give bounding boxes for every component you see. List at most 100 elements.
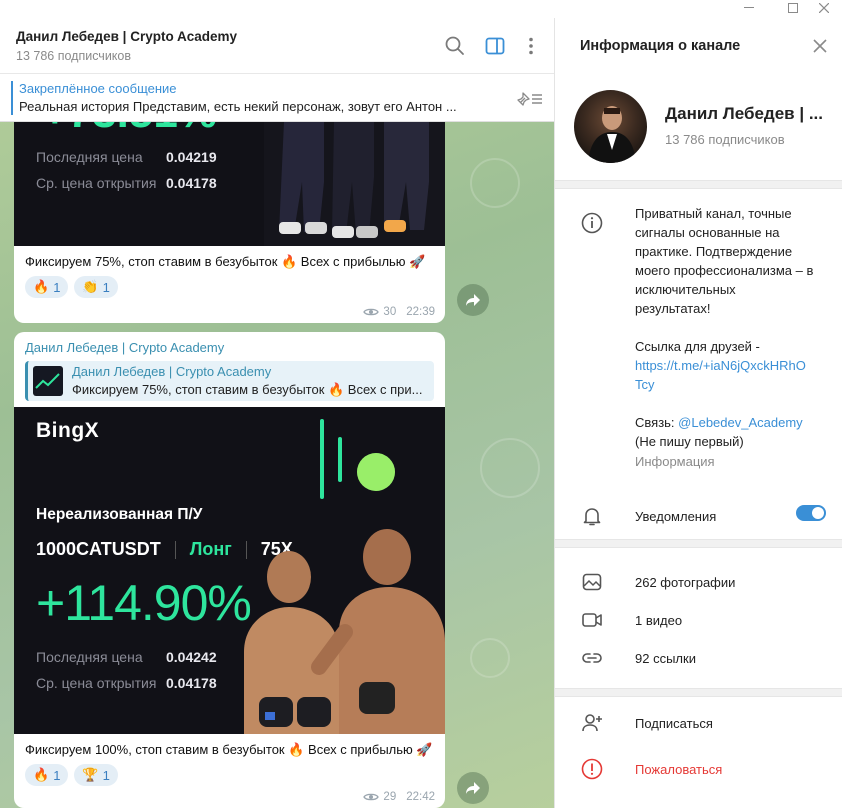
contact-handle-link[interactable]: @Lebedev_Academy — [678, 415, 803, 430]
divider — [555, 180, 842, 189]
avatar-photo — [588, 106, 636, 163]
reaction-emoji: 🔥 — [33, 279, 50, 294]
fighters-illustration — [264, 122, 445, 246]
chart-thumbnail-icon — [35, 373, 60, 389]
reaction-count: 1 — [102, 279, 110, 295]
views-eye-icon — [363, 308, 380, 316]
friends-link-label: Ссылка для друзей - — [635, 339, 760, 354]
share-button[interactable] — [457, 772, 489, 804]
description-line: сигналы основанные на — [635, 225, 780, 240]
minimize-icon — [744, 7, 754, 8]
info-caption: Информация — [635, 454, 715, 469]
photo-icon — [582, 573, 602, 591]
report-button[interactable]: Пожаловаться — [635, 760, 722, 779]
close-icon — [819, 3, 829, 13]
chat-title[interactable]: Данил Лебедев | Crypto Academy — [16, 29, 237, 44]
message-author[interactable]: Данил Лебедев | Crypto Academy — [14, 332, 445, 355]
reaction-chip[interactable]: 👏 1 — [74, 276, 118, 298]
description-line: практике. Подтверждение — [635, 244, 793, 259]
share-arrow-icon — [466, 294, 480, 306]
share-arrow-icon — [466, 782, 480, 794]
chat-subscribers: 13 786 подписчиков — [16, 49, 132, 63]
message-meta: 29 22:42 — [363, 791, 435, 803]
photos-row[interactable]: 262 фотографии — [635, 573, 735, 592]
links-row[interactable]: 92 ссылки — [635, 649, 696, 668]
description-line: результатах! — [635, 301, 711, 316]
minimize-button[interactable] — [729, 0, 769, 16]
friends-link[interactable]: https://t.me/+iaN6jQxckHRhO — [635, 356, 835, 375]
message-image[interactable]: +73.51% Последняя цена 0.04219 Ср. цена … — [14, 122, 445, 246]
avg-open-value: 0.04178 — [166, 675, 217, 691]
link-icon — [582, 653, 602, 663]
reaction-count: 1 — [102, 767, 110, 783]
description-line: исключительных — [635, 282, 736, 297]
reaction-count: 1 — [53, 767, 61, 783]
info-icon — [581, 212, 603, 234]
unrealized-pnl-header: Нереализованная П/У — [36, 506, 203, 523]
report-icon — [581, 758, 603, 780]
pinned-accent-bar — [11, 81, 13, 115]
description-line: Приватный канал, точные — [635, 206, 792, 221]
sidebar-toggle-icon[interactable] — [484, 35, 506, 57]
contact-line: Связь: @Lebedev_Academy — [635, 413, 835, 432]
forwarded-reply[interactable]: Данил Лебедев | Crypto Academy Фиксируем… — [25, 361, 434, 401]
reaction-count: 1 — [53, 279, 61, 295]
channel-name: Данил Лебедев | ... — [665, 104, 823, 123]
pinned-list-icon[interactable] — [516, 89, 544, 107]
avatar[interactable] — [574, 90, 647, 163]
friends-link-cont[interactable]: Tcy — [635, 375, 835, 394]
message-time: 22:42 — [406, 791, 435, 803]
close-icon[interactable] — [812, 38, 828, 54]
channel-subscribers: 13 786 подписчиков — [665, 132, 785, 147]
window-close-button[interactable] — [804, 0, 842, 16]
chat-header: Данил Лебедев | Crypto Academy 13 786 по… — [0, 18, 554, 74]
message-image[interactable]: BingX Нереализованная П/У 1000CATUSDT Ло… — [14, 407, 445, 734]
subscribe-button[interactable]: Подписаться — [635, 714, 713, 733]
share-button[interactable] — [457, 284, 489, 316]
add-user-icon — [582, 714, 602, 732]
position-side: Лонг — [189, 539, 232, 559]
contact-label: Связь: — [635, 415, 675, 430]
avg-open-value: 0.04178 — [166, 175, 217, 191]
window-titlebar — [0, 0, 842, 18]
contact-note: (Не пишу первый) — [635, 434, 744, 449]
trading-pair: 1000CATUSDT — [36, 539, 161, 559]
views-count: 29 — [383, 791, 397, 803]
last-price-value: 0.04219 — [166, 149, 217, 165]
message-bubble: Данил Лебедев | Crypto Academy Данил Леб… — [14, 332, 445, 808]
chat-area: Данил Лебедев | Crypto Academy 13 786 по… — [0, 18, 554, 808]
reaction-chip[interactable]: 🔥 1 — [25, 276, 69, 298]
panel-title: Информация о канале — [580, 38, 741, 54]
notifications-label: Уведомления — [635, 509, 717, 524]
channel-info-panel: Информация о канале Данил Лебедев | ... … — [554, 18, 842, 808]
channel-description: Приватный канал, точные сигналы основанн… — [635, 204, 835, 471]
pinned-title: Закреплённое сообщение — [19, 81, 177, 96]
search-icon[interactable] — [444, 35, 466, 57]
last-price-label: Последняя цена — [36, 649, 143, 665]
fighters-illustration — [244, 529, 445, 734]
notifications-toggle[interactable] — [796, 505, 826, 521]
maximize-icon — [788, 3, 798, 13]
pnl-percent: +114.90% — [36, 575, 252, 631]
reactions: 🔥 1 🏆 1 — [14, 759, 445, 794]
reaction-chip[interactable]: 🔥 1 — [25, 764, 69, 786]
forwarded-thumbnail — [33, 366, 63, 396]
reaction-chip[interactable]: 🏆 1 — [74, 764, 118, 786]
avg-open-label: Ср. цена открытия — [36, 175, 157, 191]
reactions: 🔥 1 👏 1 — [14, 271, 445, 306]
pnl-percent: +73.51% — [42, 122, 217, 138]
message-bubble: +73.51% Последняя цена 0.04219 Ср. цена … — [14, 122, 445, 323]
avg-open-label: Ср. цена открытия — [36, 675, 157, 691]
pinned-text: Реальная история Представим, есть некий … — [19, 99, 457, 114]
last-price-label: Последняя цена — [36, 149, 143, 165]
more-options-icon[interactable] — [520, 35, 542, 57]
message-caption: Фиксируем 75%, стоп ставим в безубыток 🔥… — [25, 254, 426, 269]
views-eye-icon — [363, 793, 380, 801]
forwarded-name: Данил Лебедев | Crypto Academy — [72, 364, 272, 379]
video-icon — [582, 613, 602, 627]
pinned-message[interactable]: Закреплённое сообщение Реальная история … — [0, 74, 554, 122]
videos-row[interactable]: 1 видео — [635, 611, 682, 630]
last-price-value: 0.04242 — [166, 649, 217, 665]
message-meta: 30 22:39 — [363, 306, 435, 318]
reaction-emoji: 🔥 — [33, 767, 50, 782]
